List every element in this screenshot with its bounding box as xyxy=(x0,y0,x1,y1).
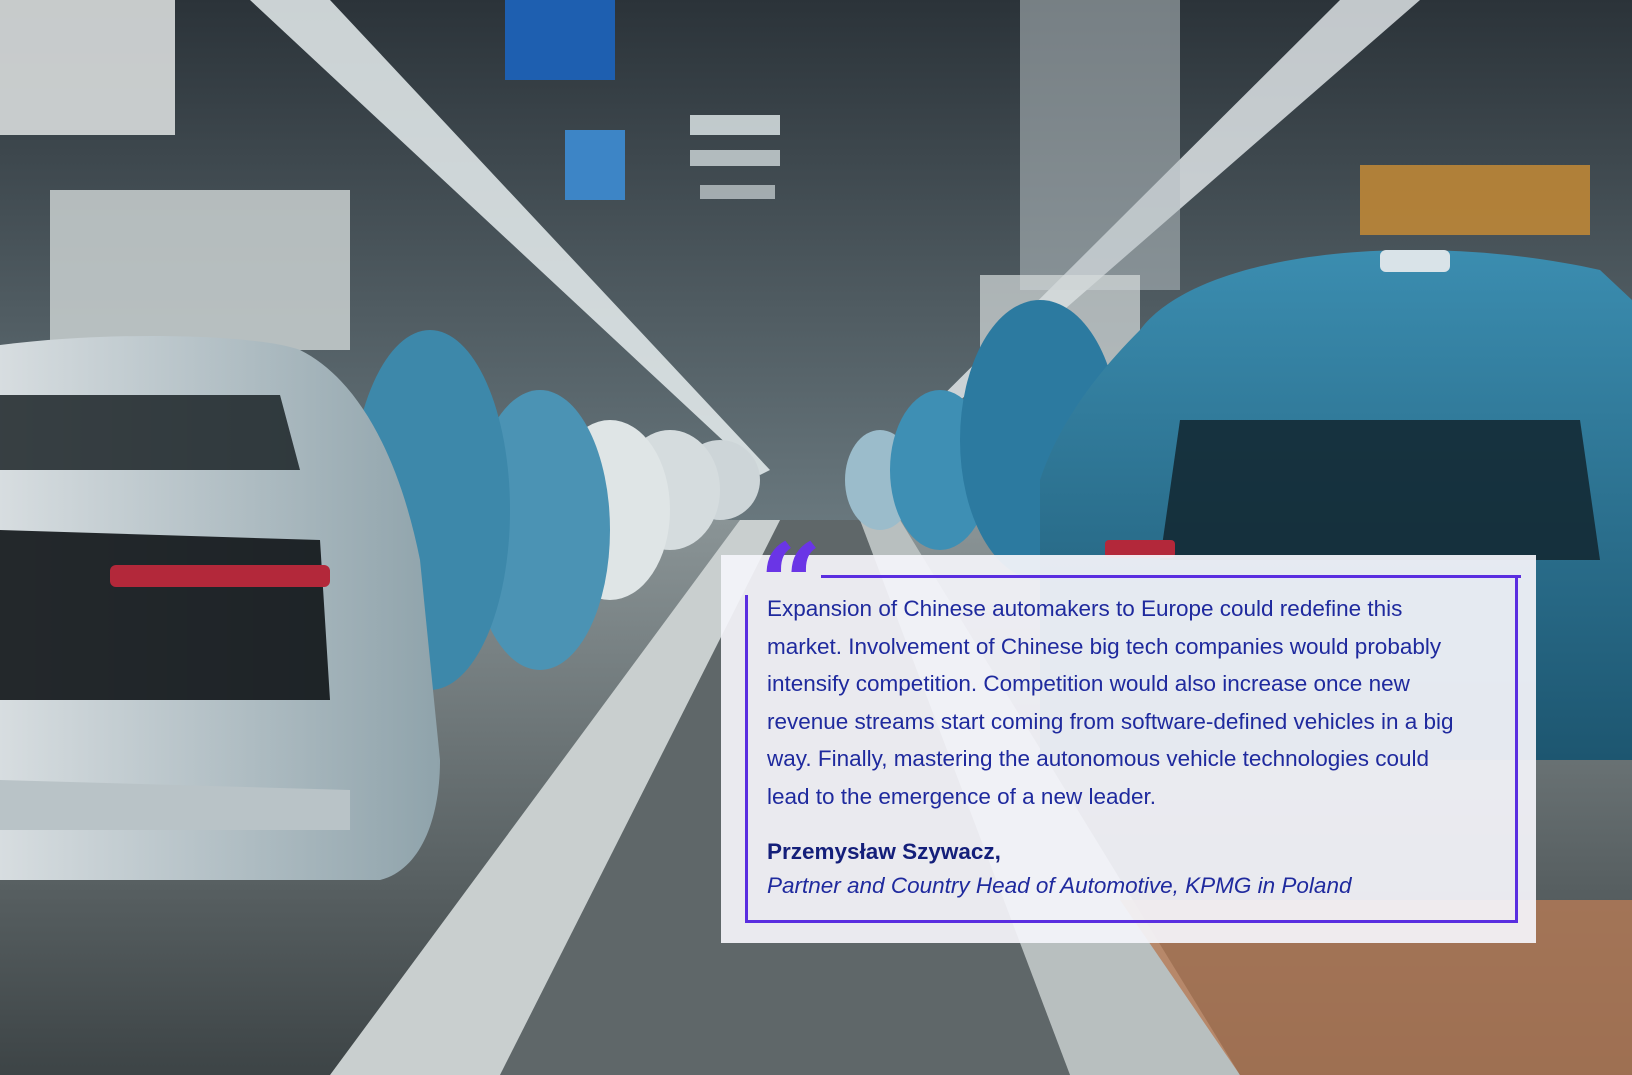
quote-frame-left-line xyxy=(745,595,748,923)
author-role: Partner and Country Head of Automotive, … xyxy=(767,873,1352,898)
machinery-right xyxy=(1020,0,1180,290)
quote-card: “ Expansion of Chinese automakers to Eur… xyxy=(721,529,1536,943)
quote-text: Expansion of Chinese automakers to Europ… xyxy=(767,596,1454,809)
machinery-left xyxy=(0,0,175,135)
author-name: Przemysław Szywacz, xyxy=(767,839,1001,864)
blue-equipment-box xyxy=(505,0,615,80)
quote-frame-top-line xyxy=(821,575,1521,578)
quotation-mark-icon: “ xyxy=(759,519,823,648)
ceiling-light-center xyxy=(690,115,780,135)
